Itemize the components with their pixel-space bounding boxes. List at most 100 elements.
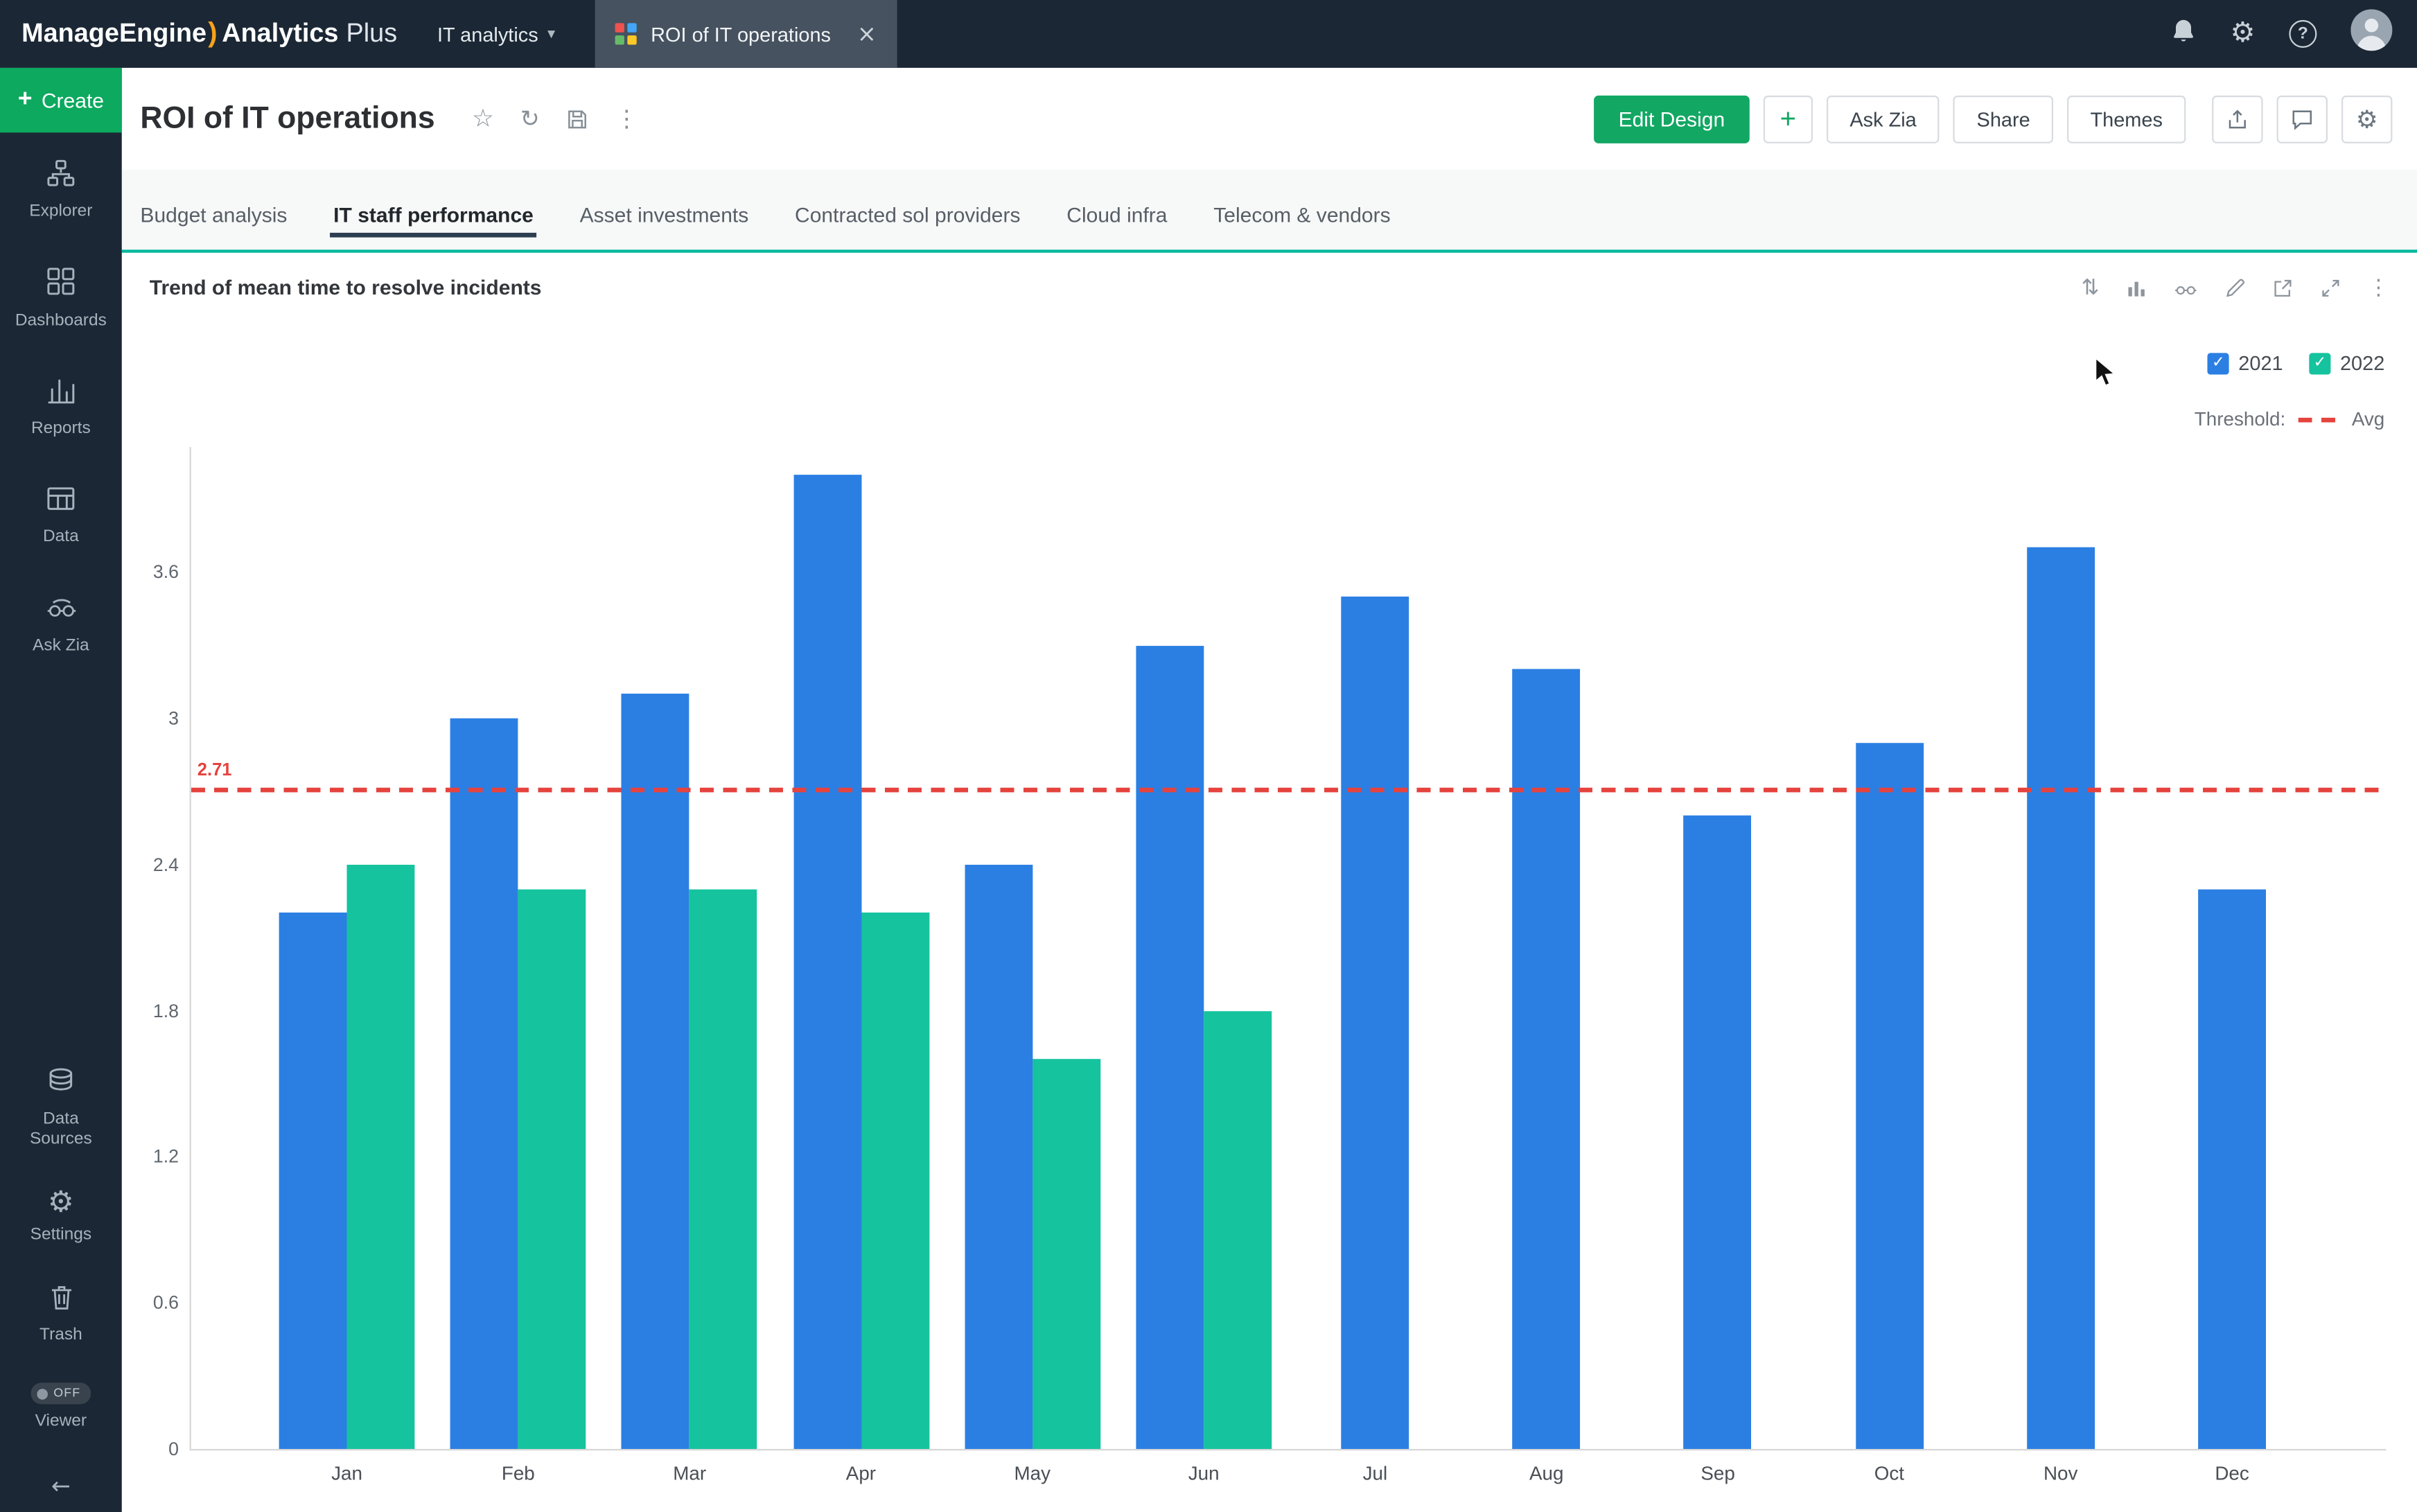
chart-bar[interactable] xyxy=(1855,743,1923,1449)
collapse-sidebar-icon[interactable]: ← xyxy=(51,1472,71,1500)
help-icon[interactable]: ? xyxy=(2289,20,2317,48)
sidebar-item-trash[interactable]: Trash xyxy=(0,1282,122,1346)
resize-expand-icon[interactable] xyxy=(2320,276,2341,298)
y-axis-tick-label: 3.6 xyxy=(117,561,179,583)
chart-bar[interactable] xyxy=(2027,548,2095,1449)
create-label: Create xyxy=(42,89,104,112)
legend-label: 2021 xyxy=(2238,351,2283,374)
tab-cloud-infra[interactable]: Cloud infra xyxy=(1066,204,1167,253)
more-options-kebab-icon[interactable]: ⋮ xyxy=(615,107,638,130)
chart-panel: Trend of mean time to resolve incidents … xyxy=(122,253,2417,1512)
chart-bar[interactable] xyxy=(279,913,347,1449)
open-in-new-icon[interactable] xyxy=(2272,276,2294,298)
zia-insights-icon[interactable] xyxy=(2174,276,2199,298)
chart-bar[interactable] xyxy=(1513,669,1581,1449)
favorite-star-icon[interactable]: ☆ xyxy=(472,106,494,131)
threshold-name: Avg xyxy=(2352,408,2384,430)
chart-bar[interactable] xyxy=(965,864,1032,1449)
viewer-off-toggle[interactable]: OFF xyxy=(30,1383,91,1404)
sidebar-item-ask-zia[interactable]: Ask Zia xyxy=(0,592,122,656)
tab-contracted-sol-providers[interactable]: Contracted sol providers xyxy=(795,204,1021,253)
x-axis-month-label: Mar xyxy=(628,1463,751,1484)
y-axis-tick-label: 1.2 xyxy=(117,1146,179,1168)
sidebar-item-label: Trash xyxy=(39,1326,82,1346)
brand-logo: ManageEngine)AnalyticsPlus xyxy=(0,18,412,51)
plus-icon: + xyxy=(18,87,33,114)
tab-it-staff-performance[interactable]: IT staff performance xyxy=(333,204,534,253)
refresh-icon[interactable]: ↻ xyxy=(520,107,540,130)
comments-button[interactable] xyxy=(2277,95,2328,143)
chart-bar[interactable] xyxy=(518,889,586,1449)
sort-icon[interactable]: ⇅ xyxy=(2082,276,2100,298)
sidebar-item-data[interactable]: Data xyxy=(0,484,122,548)
notifications-bell-icon[interactable] xyxy=(2170,16,2197,51)
chart-bar[interactable] xyxy=(1136,645,1204,1449)
view-settings-gear-button[interactable]: ⚙ xyxy=(2341,95,2392,143)
page-title: ROI of IT operations xyxy=(140,101,434,137)
ask-zia-button[interactable]: Ask Zia xyxy=(1827,95,1940,143)
sidebar-item-reports[interactable]: Reports xyxy=(0,376,122,439)
chart-bar[interactable] xyxy=(1341,597,1409,1449)
more-options-kebab-icon[interactable]: ⋮ xyxy=(2368,276,2389,298)
chart-bar[interactable] xyxy=(689,889,757,1449)
checkbox-2022[interactable]: ✓ xyxy=(2309,352,2330,373)
toggle-knob xyxy=(37,1388,48,1399)
workspace-label: IT analytics xyxy=(437,22,538,45)
themes-button[interactable]: Themes xyxy=(2067,95,2186,143)
checkbox-2021[interactable]: ✓ xyxy=(2208,352,2229,373)
tab-telecom-vendors[interactable]: Telecom & vendors xyxy=(1213,204,1390,253)
chart-title: Trend of mean time to resolve incidents xyxy=(150,276,542,299)
brand-analytics: Analytics xyxy=(222,19,338,49)
add-button[interactable]: + xyxy=(1764,95,1813,143)
save-icon[interactable] xyxy=(565,107,588,130)
y-axis-tick-label: 3 xyxy=(117,707,179,729)
workspace-selector[interactable]: IT analytics ▾ xyxy=(437,22,555,45)
close-icon[interactable]: × xyxy=(857,20,877,48)
bar-chart-plot-area[interactable]: 00.61.21.82.433.6JanFebMarAprMayJunJulAu… xyxy=(190,447,2387,1450)
legend-label: 2022 xyxy=(2340,351,2384,374)
x-axis-month-label: Dec xyxy=(2170,1463,2294,1484)
toggle-state-label: OFF xyxy=(53,1386,80,1400)
chart-bar[interactable] xyxy=(450,719,518,1449)
user-avatar[interactable] xyxy=(2350,9,2392,58)
chart-bar[interactable] xyxy=(1032,1060,1100,1449)
x-axis-month-label: Feb xyxy=(457,1463,580,1484)
tab-asset-investments[interactable]: Asset investments xyxy=(580,204,749,253)
dashboard-tabstrip: Budget analysis IT staff performance Ass… xyxy=(122,170,2417,253)
export-button[interactable] xyxy=(2212,95,2262,143)
legend-item-2022[interactable]: ✓ 2022 xyxy=(2309,351,2384,374)
sidebar-item-settings[interactable]: ⚙ Settings xyxy=(0,1188,122,1245)
legend-item-2021[interactable]: ✓ 2021 xyxy=(2208,351,2283,374)
data-table-icon xyxy=(46,484,76,520)
edit-pencil-icon[interactable] xyxy=(2224,276,2246,298)
chart-bar[interactable] xyxy=(1204,1010,1272,1449)
sidebar-item-viewer[interactable]: OFF Viewer xyxy=(0,1383,122,1432)
sidebar-top-group: Explorer Dashboards Reports Data Ask Zia xyxy=(0,159,122,656)
sidebar-item-dashboards[interactable]: Dashboards xyxy=(0,267,122,331)
threshold-value-label: 2.71 xyxy=(197,761,232,780)
sidebar-item-label: Explorer xyxy=(29,202,92,222)
share-button[interactable]: Share xyxy=(1953,95,2053,143)
create-button[interactable]: + Create xyxy=(0,68,122,132)
settings-gear-icon[interactable]: ⚙ xyxy=(2231,20,2256,48)
sidebar-item-data-sources[interactable]: Data Sources xyxy=(0,1067,122,1151)
y-axis-tick-label: 0 xyxy=(117,1438,179,1459)
chart-bar[interactable] xyxy=(622,694,689,1449)
chart-bar[interactable] xyxy=(793,475,861,1449)
explorer-icon xyxy=(46,159,76,195)
y-axis-tick-label: 2.4 xyxy=(117,854,179,875)
sidebar-item-label: Dashboards xyxy=(15,310,107,331)
sidebar-item-explorer[interactable]: Explorer xyxy=(0,159,122,222)
sidebar-item-label: Ask Zia xyxy=(33,636,89,656)
chart-bar[interactable] xyxy=(1684,816,1752,1449)
chart-bar[interactable] xyxy=(2198,889,2266,1449)
edit-design-button[interactable]: Edit Design xyxy=(1594,95,1750,143)
chart-type-icon[interactable] xyxy=(2126,276,2147,298)
open-dashboard-tab[interactable]: ROI of IT operations × xyxy=(595,0,897,68)
header-actions: Edit Design + Ask Zia Share Themes ⚙ xyxy=(1594,95,2417,143)
tab-budget-analysis[interactable]: Budget analysis xyxy=(140,204,287,253)
chart-bar[interactable] xyxy=(347,864,415,1449)
sidebar-item-label: Reports xyxy=(31,419,91,439)
chart-bar[interactable] xyxy=(861,913,929,1449)
x-axis-month-label: Oct xyxy=(1827,1463,1951,1484)
